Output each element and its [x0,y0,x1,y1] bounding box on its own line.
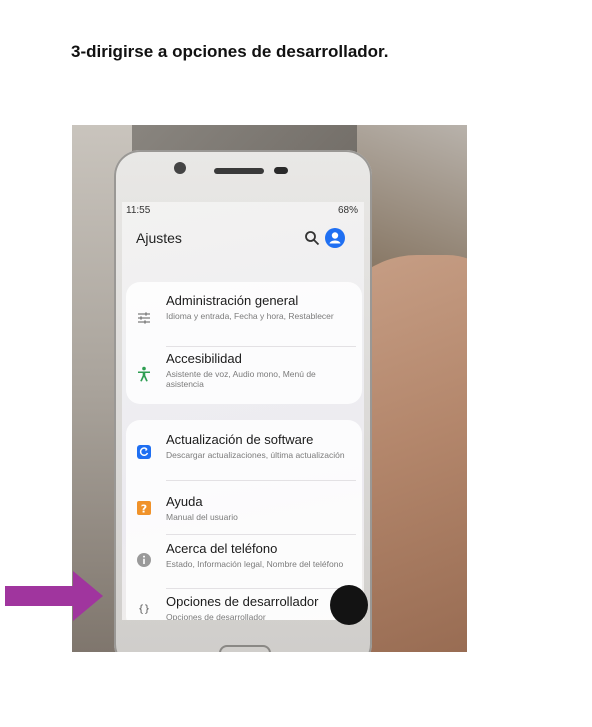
front-camera [174,162,186,174]
home-button [219,645,271,652]
settings-item-title: Administración general [166,293,299,308]
account-icon[interactable] [325,228,345,248]
settings-item-title: Opciones de desarrollador [166,594,319,609]
settings-title: Ajustes [136,230,182,246]
phone-screen: 11:55 68% Ajustes Administración general… [122,202,364,620]
help-icon: ? [137,501,151,515]
battery-level: 68% [337,205,358,216]
phone-photo: 11:55 68% Ajustes Administración general… [72,125,467,652]
divider [166,346,356,347]
search-icon[interactable] [304,230,320,246]
accessibility-icon [138,366,150,382]
settings-item-administracion[interactable]: Administración general Idioma y entrada,… [126,290,362,346]
settings-item-title: Actualización de software [166,432,314,447]
divider [166,588,356,589]
update-icon [137,445,151,459]
settings-item-subtitle: Opciones de desarrollador [166,612,266,620]
divider [166,534,356,535]
settings-item-title: Accesibilidad [166,351,242,366]
settings-item-subtitle: Manual del usuario [166,512,238,522]
settings-item-ayuda[interactable]: ? Ayuda Manual del usuario [126,482,362,534]
phone-device: 11:55 68% Ajustes Administración general… [114,150,372,652]
pointer-arrow-icon [5,571,103,621]
divider [166,480,356,481]
earpiece-speaker [214,168,264,174]
settings-item-opciones-desarrollador[interactable]: {} Opciones de desarrollador Opciones de… [126,590,362,620]
settings-item-actualizacion[interactable]: Actualización de software Descargar actu… [126,426,362,482]
settings-card-1: Administración general Idioma y entrada,… [126,282,362,404]
page-heading: 3-dirigirse a opciones de desarrollador. [71,42,389,61]
svg-text:?: ? [141,502,147,515]
settings-item-accesibilidad[interactable]: Accesibilidad Asistente de voz, Audio mo… [126,348,362,402]
settings-item-subtitle: Descargar actualizaciones, última actual… [166,450,345,460]
settings-card-2: Actualización de software Descargar actu… [126,420,362,620]
settings-item-subtitle: Estado, Información legal, Nombre del te… [166,559,344,569]
sliders-icon [138,312,150,324]
settings-item-subtitle: Asistente de voz, Audio mono, Menú de as… [166,369,316,389]
status-time: 11:55 [126,205,151,216]
info-icon [137,553,151,567]
settings-item-acerca[interactable]: Acerca del teléfono Estado, Información … [126,536,362,588]
thumb-shadow [330,585,368,625]
settings-item-title: Acerca del teléfono [166,541,278,556]
settings-item-title: Ayuda [166,494,203,509]
svg-text:{}: {} [138,604,150,615]
status-bar: 11:55 68% [122,202,364,218]
settings-item-subtitle: Idioma y entrada, Fecha y hora, Restable… [166,311,334,321]
braces-icon: {} [138,604,150,615]
settings-app-bar: Ajustes [122,222,364,256]
proximity-sensor [274,167,288,174]
